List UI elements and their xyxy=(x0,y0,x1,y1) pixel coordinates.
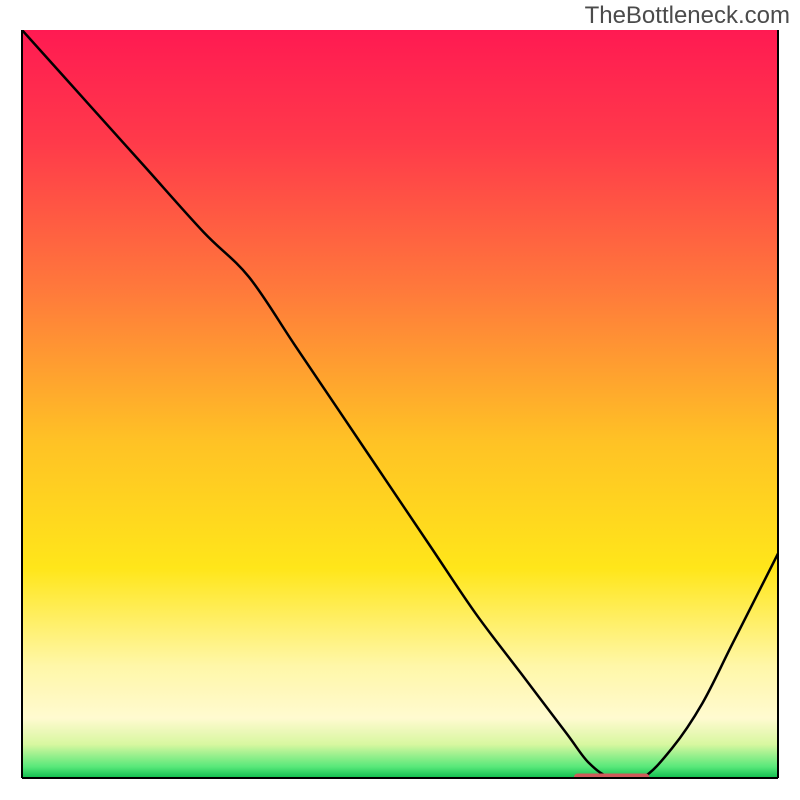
gradient-background xyxy=(22,30,778,778)
watermark-text: TheBottleneck.com xyxy=(585,2,790,30)
bottleneck-chart xyxy=(0,0,800,800)
